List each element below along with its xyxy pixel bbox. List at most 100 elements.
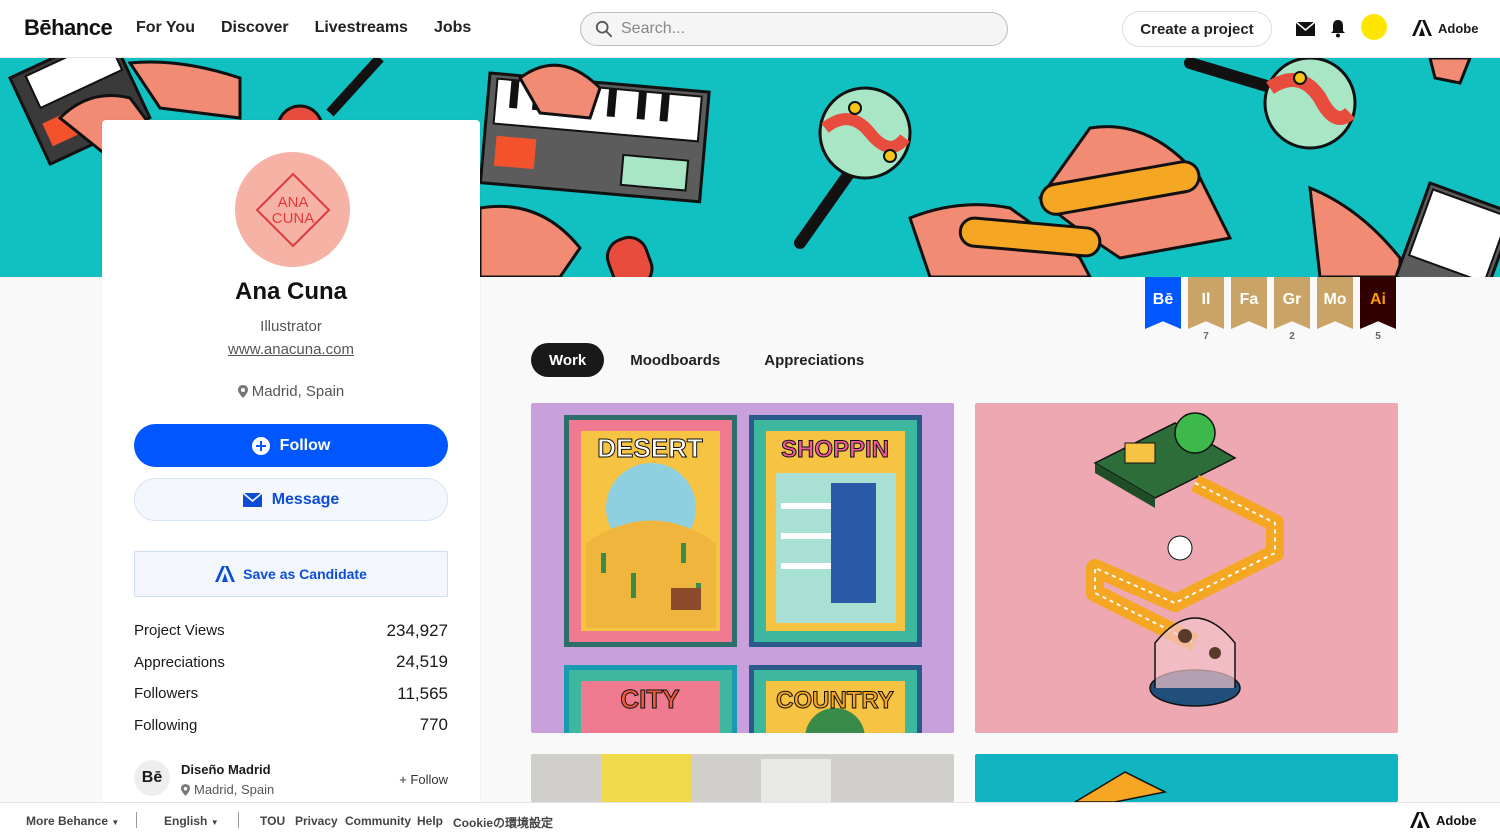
badge-flag: Fa xyxy=(1231,277,1267,329)
stat-value: 770 xyxy=(419,715,448,735)
footer-link-community[interactable]: Community xyxy=(345,814,411,828)
behance-logo[interactable]: Bēhance xyxy=(24,15,113,41)
nav-link-jobs[interactable]: Jobs xyxy=(434,19,471,37)
footer-more-label: More Behance xyxy=(26,814,109,828)
project-cover-photo xyxy=(531,754,954,802)
project-card[interactable] xyxy=(531,754,954,802)
stat-value: 24,519 xyxy=(396,652,448,672)
footer-link-cookie-settings[interactable]: Cookieの環境設定 xyxy=(453,814,553,831)
ana-cuna-logo: ANA CUNA xyxy=(255,172,330,247)
footer-adobe-link[interactable]: Adobe xyxy=(1410,812,1476,828)
team-name[interactable]: Diseño Madrid xyxy=(181,762,271,777)
svg-text:COUNTRY: COUNTRY xyxy=(776,687,894,714)
badge-flag: Mo xyxy=(1317,277,1353,329)
team-location-text: Madrid, Spain xyxy=(194,782,275,797)
footer-link-privacy[interactable]: Privacy xyxy=(295,814,338,828)
badge-graphic[interactable]: Gr 2 xyxy=(1274,277,1310,345)
profile-stats: Project Views 234,927 Appreciations 24,519… xyxy=(134,615,448,741)
footer-language-select[interactable]: English ▼ xyxy=(164,814,219,828)
location-pin-icon xyxy=(181,783,190,796)
svg-text:SHOPPIN: SHOPPIN xyxy=(781,436,889,463)
message-button[interactable]: Message xyxy=(134,478,448,521)
profile-website-link[interactable]: www.anacuna.com xyxy=(102,341,480,358)
badge-count xyxy=(1317,331,1353,345)
nav-link-livestreams[interactable]: Livestreams xyxy=(315,19,408,37)
badge-flag: Gr xyxy=(1274,277,1310,329)
user-avatar[interactable] xyxy=(1361,14,1387,40)
nav-link-discover[interactable]: Discover xyxy=(221,19,289,37)
adobe-icon xyxy=(1410,812,1430,828)
team-location: Madrid, Spain xyxy=(181,782,274,797)
search-icon xyxy=(595,20,613,38)
search-bar[interactable] xyxy=(580,12,1008,46)
stat-following[interactable]: Following 770 xyxy=(134,710,448,742)
search-input[interactable] xyxy=(621,20,981,38)
adobe-icon xyxy=(1412,20,1432,36)
mail-icon xyxy=(242,492,262,507)
badge-illustrator[interactable]: Ai 5 xyxy=(1360,277,1396,345)
stat-value: 11,565 xyxy=(397,683,448,703)
notification-bell-icon[interactable] xyxy=(1330,20,1346,38)
stat-label: Followers xyxy=(134,685,199,703)
team-item: Bē Diseño Madrid Madrid, Spain + Follow xyxy=(134,760,448,800)
stat-project-views: Project Views 234,927 xyxy=(134,615,448,647)
stat-value: 234,927 xyxy=(386,620,448,640)
follow-button-label: Follow xyxy=(279,436,331,454)
adobe-label: Adobe xyxy=(1438,20,1479,36)
stat-label: Project Views xyxy=(134,622,225,640)
save-as-candidate-button[interactable]: Save as Candidate xyxy=(134,551,448,597)
main-nav-links: For You Discover Livestreams Jobs xyxy=(136,19,471,37)
adobe-icon xyxy=(215,566,236,582)
adobe-link[interactable]: Adobe xyxy=(1412,20,1478,36)
svg-text:CITY: CITY xyxy=(620,684,679,714)
profile-occupation: Illustrator xyxy=(260,318,322,335)
project-cover-isometric xyxy=(1086,412,1284,707)
message-button-label: Message xyxy=(271,490,340,508)
footer-link-help[interactable]: Help xyxy=(417,814,443,828)
create-project-button[interactable]: Create a project xyxy=(1122,11,1272,47)
mail-icon[interactable] xyxy=(1296,21,1315,37)
svg-text:CUNA: CUNA xyxy=(271,210,314,227)
footer-more-behance[interactable]: More Behance ▼ xyxy=(26,814,119,828)
footer-divider xyxy=(136,812,137,828)
badge-count: 7 xyxy=(1203,331,1209,342)
location-pin-icon xyxy=(237,385,248,398)
svg-text:DESERT: DESERT xyxy=(597,433,703,463)
badge-count xyxy=(1231,331,1267,345)
badge-count: 5 xyxy=(1375,331,1381,342)
project-card[interactable]: DESERT SHOPPIN CITY COUNTRY xyxy=(531,403,954,733)
stat-followers[interactable]: Followers 11,565 xyxy=(134,678,448,710)
badge-fashion[interactable]: Fa xyxy=(1231,277,1267,345)
badge-behance[interactable]: Bē xyxy=(1145,277,1181,345)
team-avatar[interactable]: Bē xyxy=(134,760,170,796)
tab-moodboards[interactable]: Moodboards xyxy=(612,343,738,377)
nav-link-for-you[interactable]: For You xyxy=(136,19,195,37)
profile-card: ANA CUNA Ana Cuna Illustrator www.anacun… xyxy=(102,120,480,820)
profile-avatar[interactable]: ANA CUNA xyxy=(235,152,350,267)
plus-circle-icon xyxy=(251,436,270,455)
footer-link-tou[interactable]: TOU xyxy=(260,814,285,828)
badge-illustration[interactable]: Il 7 xyxy=(1188,277,1224,345)
save-as-candidate-label: Save as Candidate xyxy=(243,566,367,582)
badge-flag: Ai xyxy=(1360,277,1396,329)
follow-button[interactable]: Follow xyxy=(134,424,448,467)
profile-location-text: Madrid, Spain xyxy=(251,383,345,400)
stat-label: Appreciations xyxy=(134,653,225,671)
project-cover-isometric-blue xyxy=(1073,771,1168,802)
project-card[interactable] xyxy=(975,403,1398,733)
tab-work[interactable]: Work xyxy=(531,343,605,377)
profile-tabs: Work Moodboards Appreciations xyxy=(531,343,882,377)
chevron-down-icon: ▼ xyxy=(210,818,219,827)
profile-name: Ana Cuna xyxy=(234,278,347,305)
profile-location: Madrid, Spain xyxy=(102,383,480,400)
skill-badges: Bē Il 7 Fa Gr 2 Mo Ai 5 xyxy=(1145,277,1396,345)
top-navigation: Bēhance For You Discover Livestreams Job… xyxy=(0,0,1500,58)
badge-count xyxy=(1145,331,1181,345)
project-card[interactable] xyxy=(975,754,1398,802)
badge-motion[interactable]: Mo xyxy=(1317,277,1353,345)
footer-language-label: English xyxy=(164,814,208,828)
project-cover-posters: DESERT SHOPPIN CITY COUNTRY xyxy=(564,415,922,733)
footer: More Behance ▼ English ▼ TOU Privacy Com… xyxy=(0,802,1500,836)
tab-appreciations[interactable]: Appreciations xyxy=(746,343,882,377)
team-follow-button[interactable]: + Follow xyxy=(399,772,448,787)
